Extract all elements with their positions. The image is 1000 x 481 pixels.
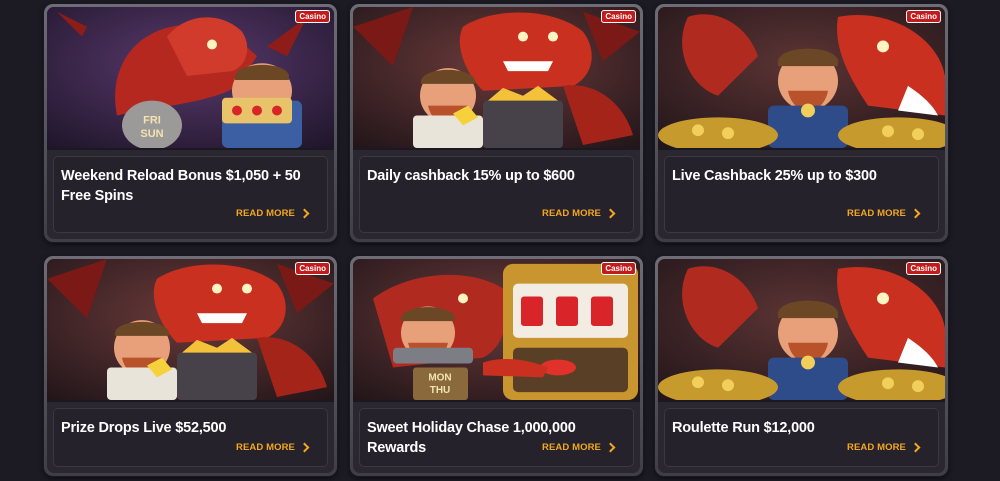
promo-title: Live Cashback 25% up to $300 [672, 168, 877, 184]
casino-badge: Casino [295, 10, 330, 23]
casino-badge: Casino [295, 262, 330, 275]
read-more-label: READ MORE [847, 208, 906, 219]
chevron-right-icon [910, 442, 921, 453]
chevron-right-icon [605, 442, 616, 453]
svg-text:SUN: SUN [140, 128, 163, 140]
dragon-miner-fri-sun-slot-icon: FRI SUN Casino [47, 7, 334, 150]
svg-text:THU: THU [430, 385, 451, 396]
read-more-label: READ MORE [236, 442, 295, 453]
chevron-right-icon [605, 208, 616, 219]
promo-card-body: Weekend Reload Bonus $1,050 + 50 Free Sp… [53, 156, 328, 233]
read-more-label: READ MORE [847, 442, 906, 453]
promo-card[interactable]: Casino Roulette Run $12,000 READ MORE [655, 256, 948, 476]
promo-title: Prize Drops Live $52,500 [61, 420, 227, 436]
promo-card[interactable]: Casino Prize Drops Live $52,500 READ MOR… [44, 256, 337, 476]
promo-card[interactable]: FRI SUN Casino Weekend Reload Bonus $1,0… [44, 4, 337, 242]
dragon-miner-gold-coins-icon: Casino [658, 259, 945, 402]
chevron-right-icon [299, 208, 310, 219]
promo-card[interactable]: MON THU Casino Sweet Holiday Chase 1,000… [350, 256, 643, 476]
svg-text:FRI: FRI [143, 114, 161, 126]
read-more-link[interactable]: READ MORE [847, 442, 921, 453]
promo-card-body: Daily cashback 15% up to $600 READ MORE [359, 156, 634, 233]
read-more-label: READ MORE [236, 208, 295, 219]
chevron-right-icon [299, 442, 310, 453]
read-more-link[interactable]: READ MORE [236, 442, 310, 453]
dragon-miner-mon-thu-slot-icon: MON THU Casino [353, 259, 640, 402]
promo-title: Weekend Reload Bonus $1,050 + 50 Free Sp… [61, 168, 301, 204]
casino-badge: Casino [906, 262, 941, 275]
promo-card-body: Sweet Holiday Chase 1,000,000 Rewards RE… [359, 408, 634, 467]
promotions-grid: FRI SUN Casino Weekend Reload Bonus $1,0… [44, 4, 949, 476]
read-more-link[interactable]: READ MORE [542, 208, 616, 219]
dragon-miner-gold-cart-icon: Casino [47, 259, 334, 402]
promo-card-body: Prize Drops Live $52,500 READ MORE [53, 408, 328, 467]
svg-text:MON: MON [428, 372, 451, 383]
promo-card[interactable]: Casino Daily cashback 15% up to $600 REA… [350, 4, 643, 242]
promo-title: Roulette Run $12,000 [672, 420, 815, 436]
casino-badge: Casino [601, 10, 636, 23]
read-more-link[interactable]: READ MORE [236, 208, 310, 219]
promo-card-body: Live Cashback 25% up to $300 READ MORE [664, 156, 939, 233]
read-more-label: READ MORE [542, 442, 601, 453]
read-more-link[interactable]: READ MORE [847, 208, 921, 219]
promo-card-body: Roulette Run $12,000 READ MORE [664, 408, 939, 467]
promo-title: Daily cashback 15% up to $600 [367, 168, 575, 184]
read-more-link[interactable]: READ MORE [542, 442, 616, 453]
chevron-right-icon [910, 208, 921, 219]
read-more-label: READ MORE [542, 208, 601, 219]
dragon-miner-gold-coins-icon: Casino [658, 7, 945, 150]
dragon-miner-gold-cart-icon: Casino [353, 7, 640, 150]
casino-badge: Casino [906, 10, 941, 23]
promo-card[interactable]: Casino Live Cashback 25% up to $300 READ… [655, 4, 948, 242]
casino-badge: Casino [601, 262, 636, 275]
